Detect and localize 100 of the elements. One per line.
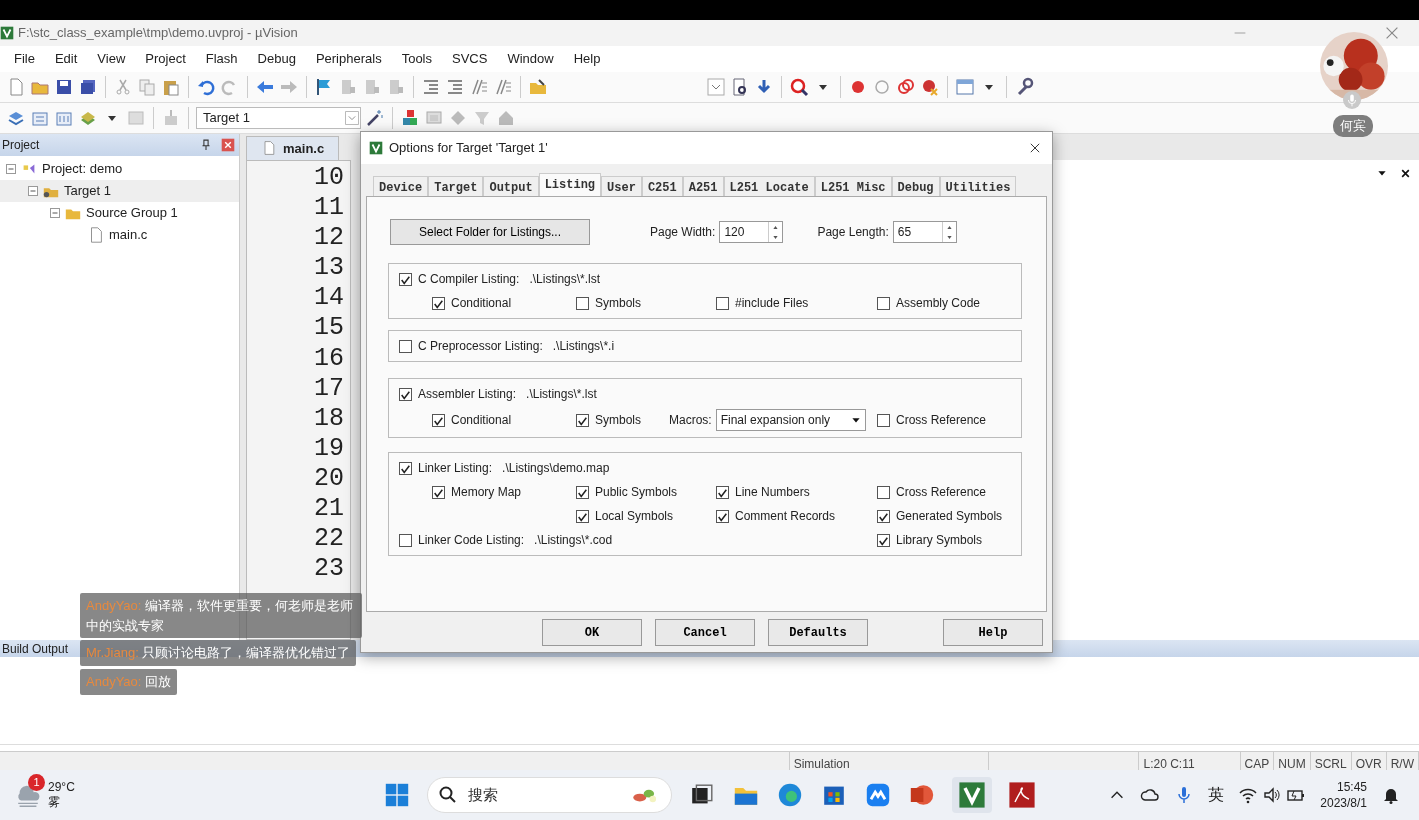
tab[interactable]: Utilities	[939, 176, 1017, 196]
comment-icon[interactable]	[493, 77, 513, 97]
menu-item[interactable]: Peripherals	[305, 49, 392, 69]
collapse-icon[interactable]	[28, 186, 38, 196]
tab[interactable]: Output	[483, 176, 539, 196]
checkbox-box[interactable]	[877, 533, 890, 547]
dialog-button[interactable]: Defaults	[768, 619, 868, 646]
checkbox[interactable]: C Preprocessor Listing: .\Listings\*.i	[399, 337, 615, 355]
checkbox-box[interactable]	[576, 509, 589, 523]
menu-item[interactable]: Help	[563, 49, 611, 69]
menu-item[interactable]: View	[87, 49, 136, 69]
checkbox-box[interactable]	[716, 485, 729, 499]
down-arrow-icon[interactable]	[772, 233, 780, 241]
checkbox[interactable]: Assembler Listing: .\Listings\*.lst	[399, 385, 597, 403]
checkbox-box[interactable]	[877, 485, 890, 499]
components-icon[interactable]	[400, 108, 420, 128]
tab[interactable]: Debug	[891, 176, 940, 196]
number-field[interactable]: 65	[892, 221, 957, 243]
input-method[interactable]: 英	[1208, 783, 1225, 807]
search-field[interactable]: 搜索	[426, 777, 672, 813]
tree-item[interactable]: Target 1	[0, 180, 239, 202]
collapse-icon[interactable]	[6, 164, 16, 174]
rings-icon[interactable]	[896, 77, 916, 97]
select-folder-button[interactable]: Select Folder for Listings...	[390, 219, 590, 245]
checkbox-box[interactable]	[399, 339, 412, 353]
uvision-app-icon[interactable]	[957, 781, 986, 809]
checkbox-box[interactable]	[432, 485, 445, 499]
checkbox[interactable]: Library Symbols	[877, 531, 983, 549]
checkbox[interactable]: Line Numbers	[716, 483, 810, 501]
checkbox-box[interactable]	[877, 413, 890, 427]
folder-pencil-icon[interactable]	[528, 77, 548, 97]
checkbox[interactable]: Cross Reference	[877, 409, 987, 431]
dialog-button[interactable]: Help	[943, 619, 1043, 646]
menu-item[interactable]: File	[4, 49, 45, 69]
menu-item[interactable]: Tools	[391, 49, 442, 69]
tab[interactable]: Target	[428, 176, 484, 196]
magic-wand-icon[interactable]	[365, 108, 385, 128]
checkbox-box[interactable]	[399, 387, 412, 401]
checkbox-box[interactable]	[716, 296, 729, 310]
menu-item[interactable]: Project	[135, 49, 196, 69]
tab[interactable]: C251	[641, 176, 683, 196]
up-arrow-icon[interactable]	[945, 223, 953, 231]
checkbox[interactable]: Cross Reference	[877, 483, 987, 501]
save-all-icon[interactable]	[78, 77, 98, 97]
checkbox[interactable]: Symbols	[576, 409, 641, 431]
checkbox-box[interactable]	[877, 509, 890, 523]
save-icon[interactable]	[54, 77, 74, 97]
tab[interactable]: L251 Misc	[814, 176, 892, 196]
checkbox-box[interactable]	[576, 413, 589, 427]
debug-search-icon[interactable]	[789, 77, 809, 97]
checkbox[interactable]: Public Symbols	[576, 483, 678, 501]
checkbox[interactable]: Comment Records	[716, 507, 836, 525]
checkbox[interactable]: Linker Listing: .\Listings\demo.map	[399, 459, 610, 477]
indent-icon[interactable]	[421, 77, 441, 97]
checkbox-box[interactable]	[432, 413, 445, 427]
tree-item[interactable]: Project: demo	[0, 158, 239, 180]
checkbox[interactable]: Assembly Code	[877, 294, 981, 312]
number-field[interactable]: 120	[719, 221, 784, 243]
checkbox-box[interactable]	[432, 296, 445, 310]
checkbox[interactable]: Linker Code Listing: .\Listings\*.cod	[399, 531, 613, 549]
clock[interactable]: 15:45 2023/8/1	[1320, 779, 1367, 811]
checkbox[interactable]: Local Symbols	[576, 507, 674, 525]
checkbox[interactable]: Conditional	[432, 294, 512, 312]
close-icon[interactable]	[1400, 167, 1411, 179]
checkbox-box[interactable]	[877, 296, 890, 310]
checkbox[interactable]: Memory Map	[432, 483, 521, 501]
tree-item[interactable]: main.c	[0, 224, 239, 246]
dialog-button[interactable]: Cancel	[655, 619, 755, 646]
collapse-icon[interactable]	[50, 208, 60, 218]
tab[interactable]: User	[601, 176, 642, 196]
menu-item[interactable]: Window	[497, 49, 564, 69]
down-arrow-icon[interactable]	[945, 233, 953, 241]
target-select[interactable]: Target 1	[196, 107, 361, 129]
dropdown[interactable]: Final expansion only	[715, 409, 866, 431]
tab[interactable]: Listing	[538, 173, 602, 196]
checkbox-box[interactable]	[399, 461, 412, 475]
editor-tab[interactable]: main.c	[246, 135, 340, 160]
checkbox-box[interactable]	[399, 533, 412, 547]
pdf-app-icon[interactable]	[1007, 781, 1036, 809]
kill-breakpoint-icon[interactable]	[920, 77, 940, 97]
checkbox-box[interactable]	[576, 485, 589, 499]
checkbox-box[interactable]	[576, 296, 589, 310]
checkbox-box[interactable]	[399, 272, 412, 286]
up-arrow-icon[interactable]	[772, 223, 780, 231]
checkbox[interactable]: Generated Symbols	[877, 507, 1003, 525]
tree-item[interactable]: Source Group 1	[0, 202, 239, 224]
checkbox[interactable]: #include Files	[716, 294, 809, 312]
tab[interactable]: Device	[373, 176, 429, 196]
tab[interactable]: A251	[682, 176, 724, 196]
menu-item[interactable]: Debug	[247, 49, 306, 69]
dialog-button[interactable]: OK	[542, 619, 642, 646]
indent-icon[interactable]	[445, 77, 465, 97]
close-icon[interactable]	[1028, 141, 1042, 155]
checkbox[interactable]: Conditional	[432, 409, 512, 431]
menu-item[interactable]: SVCS	[442, 49, 498, 69]
menu-item[interactable]: Edit	[44, 49, 88, 69]
checkbox[interactable]: Symbols	[576, 294, 641, 312]
comment-icon[interactable]	[469, 77, 489, 97]
checkbox[interactable]: C Compiler Listing: .\Listings\*.lst	[399, 270, 601, 288]
menu-item[interactable]: Flash	[195, 49, 248, 69]
